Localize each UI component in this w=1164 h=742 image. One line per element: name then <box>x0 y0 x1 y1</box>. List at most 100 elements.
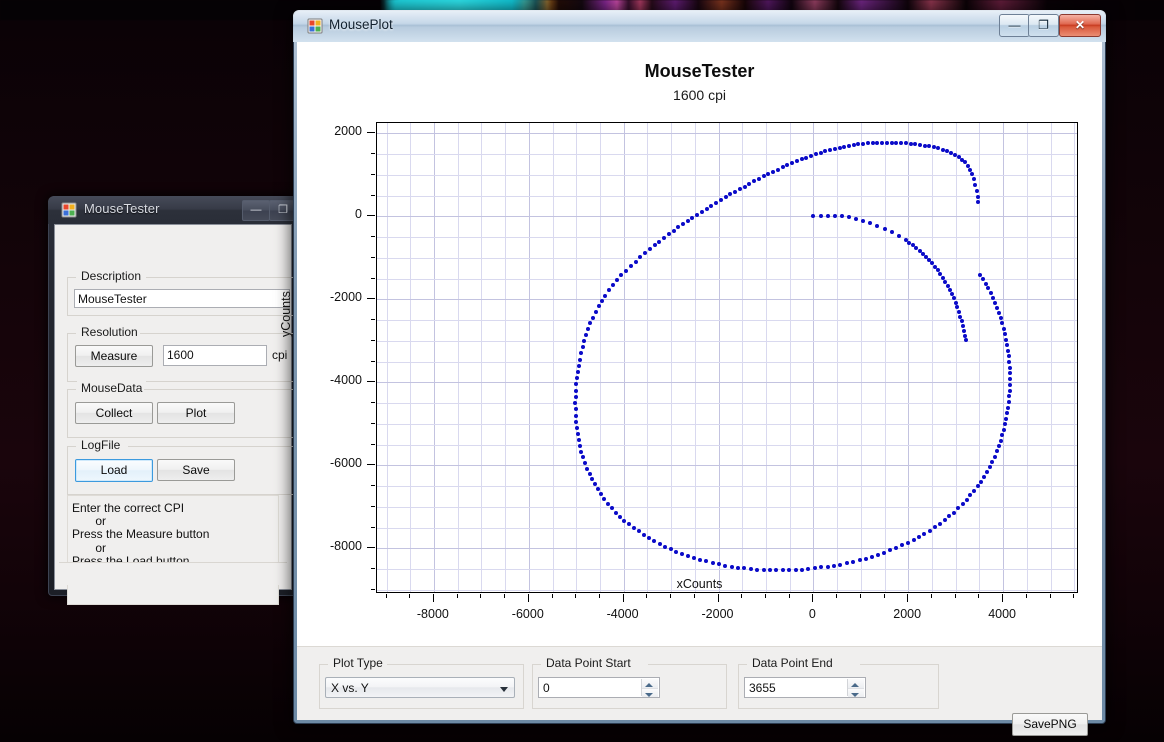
description-input[interactable]: MouseTester <box>74 289 290 308</box>
gridline-vertical <box>932 123 933 592</box>
mouseplot-window[interactable]: MousePlot — ❐ ✕ MouseTester 1600 cpi -80… <box>279 10 1106 736</box>
data-point <box>652 243 657 248</box>
gridline-horizontal <box>377 340 1077 342</box>
gridline-vertical <box>386 123 388 592</box>
data-point <box>1007 388 1012 393</box>
gridline-vertical <box>908 123 910 592</box>
data-point <box>964 497 969 502</box>
x-axis-tick <box>788 594 790 598</box>
data-point <box>956 155 961 159</box>
data-point <box>837 145 842 150</box>
data-point <box>575 370 580 374</box>
data-point <box>863 556 868 561</box>
data-point <box>628 264 633 268</box>
gridline-vertical <box>884 123 886 592</box>
data-point <box>599 299 604 303</box>
data-point <box>990 459 995 464</box>
data-point <box>960 502 965 507</box>
data-point <box>839 214 844 219</box>
plot-area[interactable] <box>376 122 1078 593</box>
data-point <box>800 567 804 572</box>
stepper-up-icon[interactable] <box>642 679 658 688</box>
stepper-down-icon[interactable] <box>642 687 658 697</box>
gridline-vertical <box>481 123 483 592</box>
data-point <box>975 484 980 489</box>
data-point <box>733 189 738 194</box>
minimize-button[interactable]: — <box>999 14 1030 37</box>
y-tick-label: 0 <box>355 207 362 222</box>
data-point <box>780 165 785 170</box>
mousedata-group-label: MouseData <box>77 381 147 395</box>
data-point-end-stepper[interactable]: 3655 <box>744 677 866 698</box>
data-point <box>624 268 628 273</box>
x-axis-tick <box>978 594 980 598</box>
minimize-button[interactable]: — <box>242 200 270 221</box>
gridline-vertical <box>1026 123 1028 592</box>
mouseplot-title-text: MousePlot <box>329 17 393 32</box>
gridline-vertical <box>505 123 507 592</box>
gridline-horizontal <box>377 423 1077 425</box>
y-axis-tick <box>371 505 375 507</box>
y-axis-tick <box>371 173 375 175</box>
data-point <box>857 558 862 563</box>
save-png-button[interactable]: SavePNG <box>1012 713 1088 736</box>
x-axis-tick <box>551 594 553 598</box>
data-point <box>993 300 997 305</box>
measure-button[interactable]: Measure <box>75 345 153 367</box>
load-button[interactable]: Load <box>75 459 153 482</box>
x-axis-tick <box>859 594 861 598</box>
data-point <box>606 501 610 506</box>
maximize-button[interactable]: ❐ <box>1028 14 1059 37</box>
data-point <box>894 545 899 550</box>
data-point-start-value: 0 <box>543 681 550 695</box>
data-point <box>799 157 804 162</box>
data-point <box>884 140 889 145</box>
data-point <box>922 143 927 148</box>
gridline-vertical <box>671 123 673 592</box>
save-button[interactable]: Save <box>157 459 235 481</box>
y-tick-label: -6000 <box>330 456 362 471</box>
gridline-vertical <box>576 123 578 592</box>
data-point <box>748 567 753 572</box>
stepper-up-icon[interactable] <box>848 679 864 688</box>
plot-type-select[interactable]: X vs. Y <box>325 677 515 698</box>
collect-button[interactable]: Collect <box>75 402 153 424</box>
gridline-vertical <box>837 123 839 592</box>
data-point <box>870 141 875 145</box>
chevron-down-icon[interactable] <box>496 679 513 696</box>
y-tick-label: -4000 <box>330 373 362 388</box>
x-axis-tick <box>575 594 577 598</box>
gridline-vertical <box>552 123 554 592</box>
data-point <box>804 155 809 160</box>
data-point <box>780 568 785 573</box>
close-button[interactable]: ✕ <box>1059 14 1101 37</box>
data-point <box>952 153 957 157</box>
mousetester-titlebar[interactable]: MouseTester — ❐ <box>48 196 298 224</box>
data-point <box>876 552 881 557</box>
status-bar <box>59 562 287 585</box>
data-point <box>573 394 578 399</box>
data-point <box>971 488 976 493</box>
plot-button[interactable]: Plot <box>157 402 235 424</box>
x-axis-tick <box>598 594 600 598</box>
data-point-start-stepper[interactable]: 0 <box>538 677 660 698</box>
y-axis-tick <box>371 277 375 279</box>
data-point <box>974 188 979 193</box>
data-point <box>771 169 776 174</box>
x-axis-tick <box>883 594 885 598</box>
x-axis-tick <box>622 594 624 602</box>
data-point <box>809 153 813 158</box>
save-png-button-label: SavePNG <box>1023 717 1077 731</box>
mouseplot-titlebar[interactable]: MousePlot — ❐ ✕ <box>293 10 1106 42</box>
gridline-horizontal <box>377 320 1077 322</box>
y-axis-tick <box>371 236 375 238</box>
cpi-input[interactable]: 1600 <box>163 345 267 366</box>
data-point <box>851 143 856 148</box>
resolution-group-label: Resolution <box>77 325 142 339</box>
stepper-down-icon[interactable] <box>848 687 864 697</box>
app-icon <box>61 202 77 218</box>
mousetester-window[interactable]: MouseTester — ❐ Description MouseTester … <box>48 196 298 605</box>
gridline-vertical <box>955 123 957 592</box>
gridline-horizontal <box>377 548 1077 550</box>
data-point <box>775 167 780 172</box>
